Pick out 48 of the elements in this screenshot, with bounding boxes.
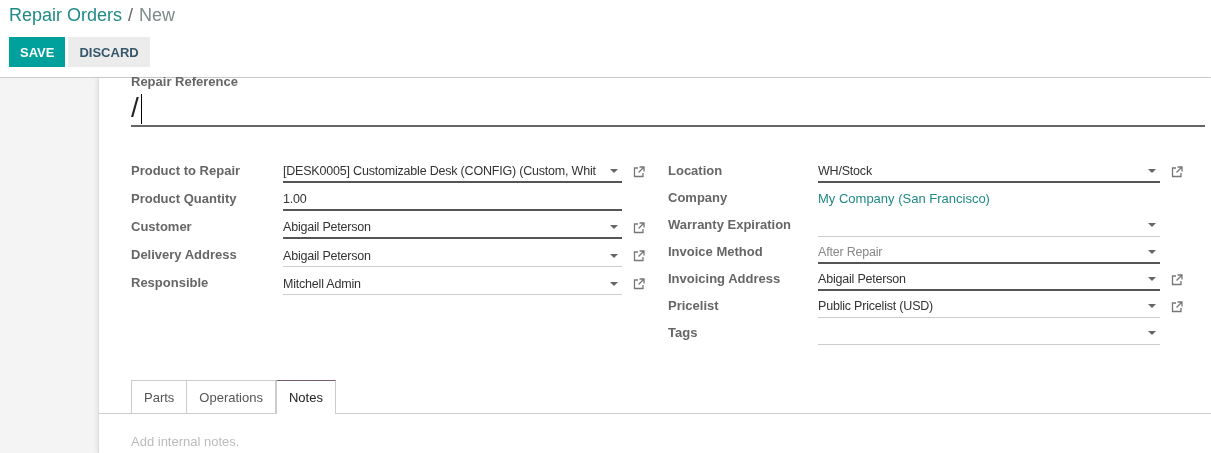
breadcrumb-current: New <box>139 4 176 26</box>
field-label: Warranty Expiration <box>668 216 793 232</box>
input-field[interactable]: 1.00 <box>283 189 622 211</box>
caret-icon <box>610 225 618 229</box>
tab[interactable]: Parts <box>131 380 188 413</box>
discard-button[interactable]: DISCARD <box>68 37 150 67</box>
caret-icon <box>1148 276 1156 281</box>
field-label: Responsible <box>131 274 210 290</box>
dropdown-field[interactable]: After Repair <box>818 241 1160 264</box>
dropdown-field[interactable]: [DESK0005] Customizable Desk (CONFIG) (Custom, Whit <box>283 161 622 183</box>
field-label: Product Quantity <box>131 190 238 206</box>
dropdown-field[interactable]: Mitchell Admin <box>283 273 622 295</box>
field-label: Pricelist <box>668 297 720 313</box>
field-label: Product to Repair <box>131 162 242 178</box>
caret-icon <box>610 169 618 173</box>
field-label: Company <box>668 189 729 205</box>
caret-icon <box>610 281 618 286</box>
external-link-icon[interactable] <box>1171 273 1183 286</box>
dropdown-field[interactable]: WH/Stock <box>818 160 1160 183</box>
reference-input-field[interactable]: / <box>131 92 142 124</box>
dropdown-field[interactable]: Abigail Peterson <box>818 268 1160 291</box>
field-label: Tags <box>668 324 699 340</box>
external-link-icon[interactable] <box>633 222 645 234</box>
external-link-icon[interactable] <box>1171 165 1183 178</box>
breadcrumb-separator: / <box>128 4 134 26</box>
field-label: Location <box>668 162 724 178</box>
caret-icon <box>1148 249 1156 254</box>
caret-icon <box>1148 331 1156 335</box>
external-link-icon[interactable] <box>633 278 645 290</box>
caret-icon <box>1148 223 1156 227</box>
caret-icon <box>1148 304 1156 308</box>
caret-icon <box>610 253 618 258</box>
dropdown-field[interactable]: Public Pricelist (USD) <box>818 295 1160 318</box>
dropdown-field[interactable]: Abigail Peterson <box>283 245 622 267</box>
field-label: Invoice Method <box>668 243 764 259</box>
field-label: Repair Reference <box>131 74 238 89</box>
dropdown-field[interactable]: Abigail Peterson <box>283 217 622 239</box>
external-link-icon[interactable] <box>633 166 645 178</box>
company-link[interactable]: My Company (San Francisco) <box>818 191 990 206</box>
tab[interactable]: Operations <box>187 380 276 413</box>
external-link-icon[interactable] <box>1171 300 1183 313</box>
field-label: Delivery Address <box>131 246 238 262</box>
tab[interactable]: Notes <box>275 380 336 414</box>
field-label: Customer <box>131 218 193 234</box>
external-link-icon[interactable] <box>633 250 645 262</box>
breadcrumb-link[interactable]: Repair Orders <box>9 4 123 26</box>
caret-icon <box>1148 168 1156 173</box>
field-label: Invoicing Address <box>668 270 782 286</box>
